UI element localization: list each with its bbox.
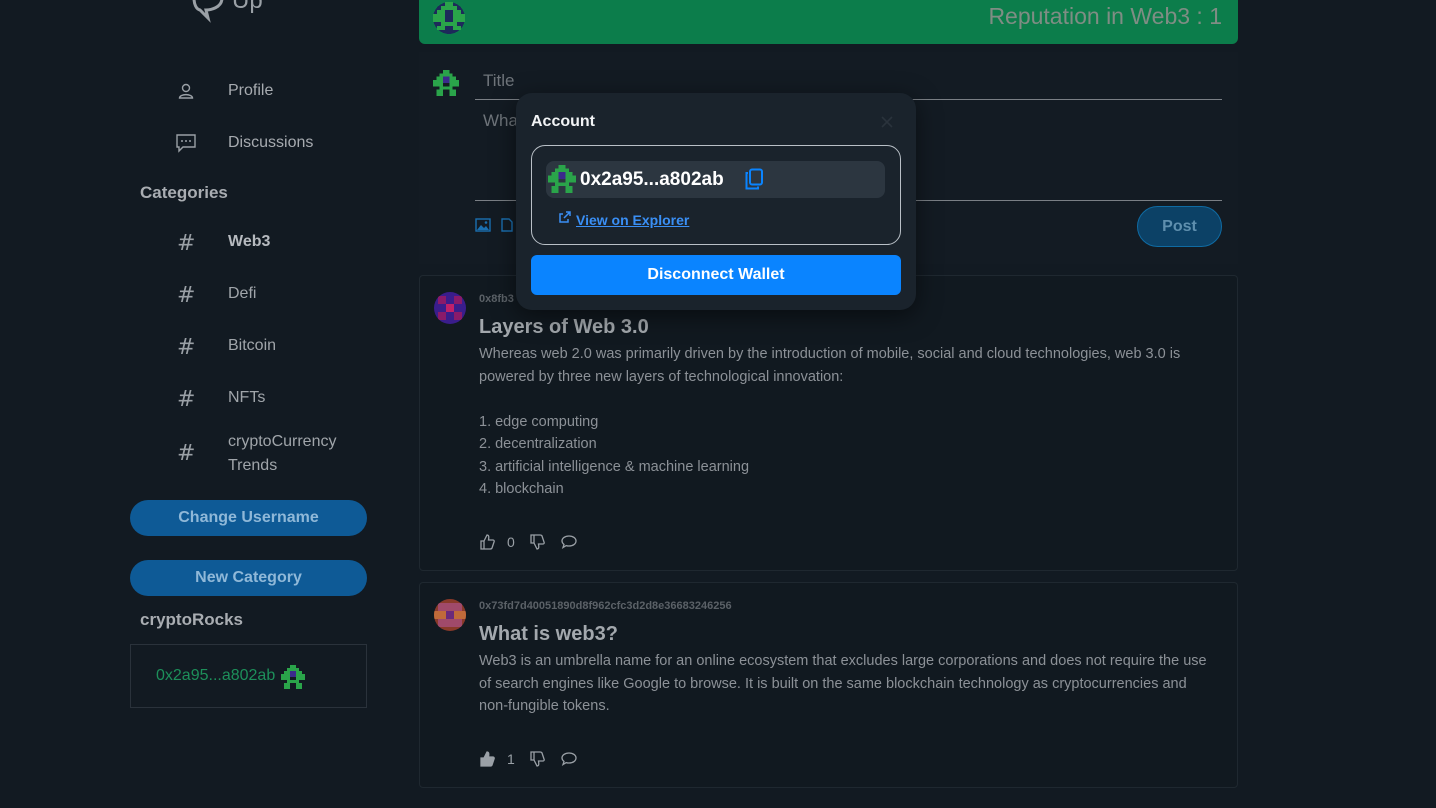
thumbs-down-icon[interactable]: [529, 534, 545, 550]
thumbs-down-icon[interactable]: [529, 751, 545, 767]
account-card: 0x2a95...a802ab View on Explorer: [531, 145, 901, 245]
hash-icon: #: [177, 387, 196, 412]
categories-heading: Categories: [140, 183, 228, 202]
post-button[interactable]: Post: [1137, 206, 1222, 247]
category-label: cryptoCurrency Trends: [228, 433, 337, 474]
reputation-banner: Reputation in Web3 : 1: [419, 0, 1238, 44]
wallet-address: 0x2a95...a802ab: [156, 667, 276, 684]
explorer-link-label[interactable]: View on Explorer: [576, 212, 689, 228]
account-address: 0x2a95...a802ab: [580, 169, 724, 190]
image-icon[interactable]: [475, 218, 491, 237]
app-root: Up Profile Discussions Categories # Web3…: [0, 0, 1436, 808]
category-label: NFTs: [228, 389, 266, 406]
category-label: Defi: [228, 285, 257, 302]
close-icon[interactable]: [880, 115, 894, 129]
svg-text:Up: Up: [232, 0, 263, 14]
post-title: Layers of Web 3.0: [479, 316, 649, 338]
post-author[interactable]: 0x73fd7d40051890d8f962cfc3d2d8e366832462…: [479, 600, 732, 612]
nav-discussions[interactable]: Discussions: [175, 132, 313, 154]
like-count: 1: [507, 751, 515, 767]
disconnect-wallet-button[interactable]: Disconnect Wallet: [531, 255, 901, 295]
like-count: 0: [507, 534, 515, 550]
nav-profile-label: Profile: [228, 82, 274, 99]
account-modal: Account 0x2a95...a802ab View on Explorer…: [516, 93, 916, 310]
username-label: cryptoRocks: [140, 610, 243, 629]
post-author[interactable]: 0x8fb3: [479, 293, 514, 305]
modal-title: Account: [531, 113, 595, 130]
nav-profile[interactable]: Profile: [175, 80, 273, 102]
view-on-explorer-link[interactable]: View on Explorer: [558, 210, 689, 229]
avatar: [434, 599, 466, 636]
category-label: Bitcoin: [228, 337, 277, 354]
wallet-account-box[interactable]: 0x2a95...a802ab: [130, 644, 367, 708]
account-address-pill: 0x2a95...a802ab: [546, 161, 885, 198]
copy-icon[interactable]: [744, 168, 764, 195]
avatar: [548, 165, 576, 198]
avatar: [281, 665, 305, 694]
reputation-text: Reputation in Web3 : 1: [988, 3, 1222, 29]
category-label: Web3: [228, 233, 271, 250]
post-body: Whereas web 2.0 was primarily driven by …: [479, 346, 1181, 497]
post-card: 0x73fd7d40051890d8f962cfc3d2d8e366832462…: [419, 582, 1238, 788]
hash-icon: #: [177, 335, 196, 360]
avatar: [433, 2, 465, 39]
user-icon: [175, 80, 197, 102]
external-link-icon: [558, 210, 572, 229]
avatar: [434, 292, 466, 329]
post-card: 0x8fb3 Layers of Web 3.0 Whereas web 2.0…: [419, 275, 1238, 571]
change-username-button[interactable]: Change Username: [130, 500, 367, 536]
hash-icon: #: [177, 441, 196, 466]
post-title: What is web3?: [479, 623, 618, 645]
chat-icon: [175, 132, 197, 154]
comment-icon[interactable]: [561, 751, 577, 767]
post-body: Web3 is an umbrella name for an online e…: [479, 653, 1207, 714]
comment-icon[interactable]: [561, 534, 577, 550]
app-logo[interactable]: Up: [190, 0, 270, 24]
file-icon[interactable]: [500, 218, 514, 237]
thumbs-up-filled-icon[interactable]: [479, 751, 495, 767]
nav-discussions-label: Discussions: [228, 134, 314, 151]
avatar: [433, 70, 459, 101]
post-actions: 0: [479, 534, 577, 550]
thumbs-up-icon[interactable]: [479, 534, 495, 550]
hash-icon: #: [177, 283, 196, 308]
post-actions: 1: [479, 751, 577, 767]
new-category-button[interactable]: New Category: [130, 560, 367, 596]
hash-icon: #: [177, 231, 196, 256]
